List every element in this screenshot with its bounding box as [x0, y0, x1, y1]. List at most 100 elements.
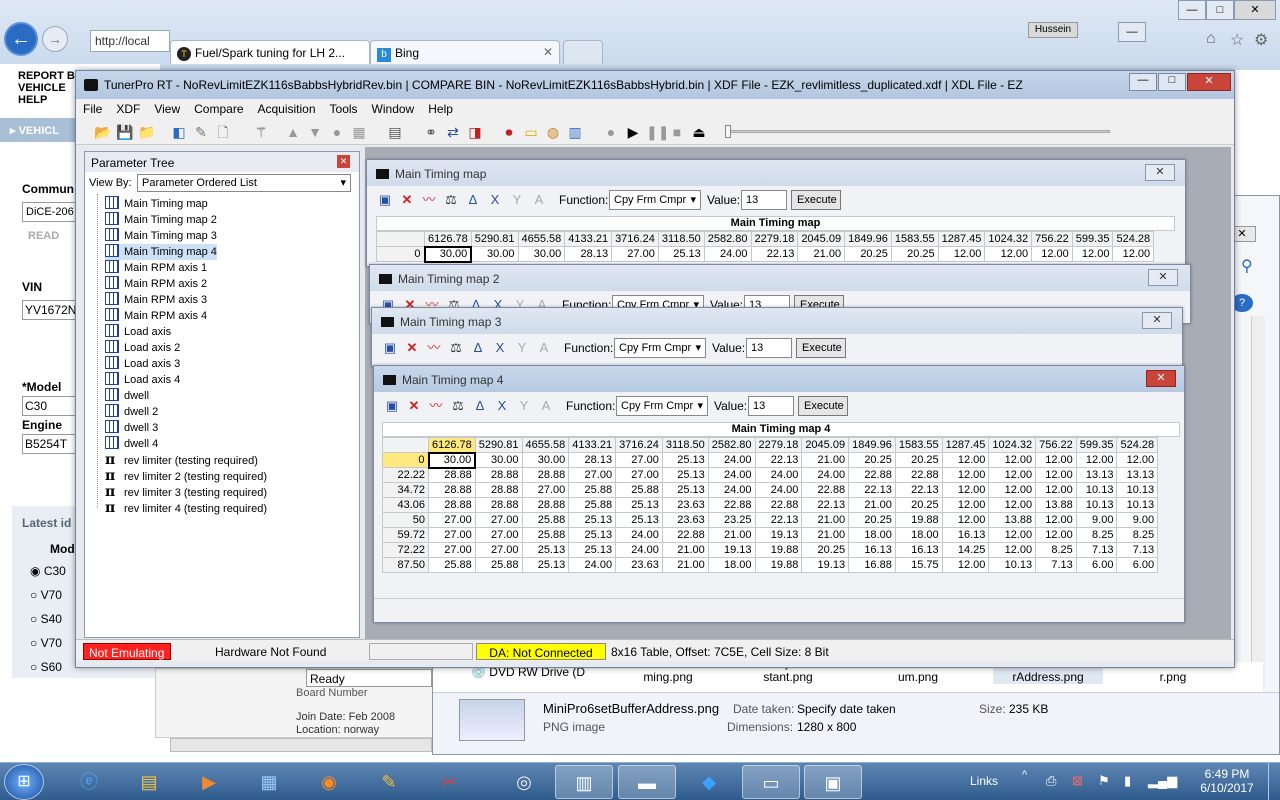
table-cell[interactable]: 16.13: [894, 542, 943, 558]
table-cell[interactable]: 19.13: [754, 527, 803, 543]
table-cell[interactable]: 12.00: [941, 557, 990, 573]
table-cell[interactable]: 25.13: [521, 557, 570, 573]
table-window-main-timing-map-3[interactable]: Main Timing map 3 ✕ ▣ ✕ 〰 ⚖ Δ X Y A Func…: [371, 307, 1183, 367]
table-cell[interactable]: 12.00: [1035, 452, 1077, 468]
table-cell[interactable]: 22.13: [750, 246, 799, 262]
tree-item[interactable]: Main RPM axis 4: [105, 308, 207, 324]
maximize-icon[interactable]: □: [1158, 73, 1186, 91]
table-cell[interactable]: 21.00: [797, 246, 846, 262]
table-cell[interactable]: 21.00: [801, 512, 850, 528]
search-icon[interactable]: ⚲: [1241, 256, 1263, 278]
table-cell[interactable]: 9.00: [1075, 512, 1118, 528]
open-compare-icon[interactable]: 📁: [138, 123, 156, 141]
pause-icon[interactable]: ❚❚: [646, 123, 669, 141]
table-cell[interactable]: 12.00: [1075, 452, 1118, 468]
table-cell[interactable]: 12.00: [1112, 246, 1155, 262]
x-axis-icon[interactable]: X: [494, 398, 510, 414]
tunerpro-taskbar-icon[interactable]: ▬: [618, 765, 676, 799]
table-cell[interactable]: 12.00: [1071, 246, 1114, 262]
execute-button[interactable]: Execute: [798, 396, 848, 416]
save-icon[interactable]: ▣: [384, 398, 400, 414]
table-cell[interactable]: 24.00: [754, 467, 803, 483]
table-cell[interactable]: 30.00: [423, 245, 473, 263]
table-cell[interactable]: 13.13: [1075, 467, 1118, 483]
table-cell[interactable]: 30.00: [521, 452, 570, 468]
model-radio-3[interactable]: ○ V70: [30, 636, 62, 650]
tree-item[interactable]: π rev limiter (testing required): [105, 452, 258, 468]
table-cell[interactable]: 25.88: [615, 482, 663, 498]
value-input[interactable]: 13: [748, 396, 794, 416]
table-cell[interactable]: 28.88: [474, 497, 523, 513]
close-icon[interactable]: ✕: [1187, 73, 1231, 91]
read-link[interactable]: READ: [28, 230, 59, 242]
clock[interactable]: 6:49 PM 6/10/2017: [1196, 767, 1258, 795]
table-cell[interactable]: 20.25: [894, 452, 943, 468]
table-cell[interactable]: 10.13: [988, 557, 1037, 573]
y-axis-icon[interactable]: Y: [516, 398, 532, 414]
table-cell[interactable]: 28.88: [474, 467, 523, 483]
chip-icon[interactable]: ▤: [386, 123, 404, 141]
table-cell[interactable]: 22.88: [661, 527, 709, 543]
table-cell[interactable]: 20.25: [848, 452, 896, 468]
bar-chart-icon[interactable]: ▥: [566, 123, 584, 141]
address-bar[interactable]: http://local: [90, 30, 170, 52]
tree-item[interactable]: π rev limiter 3 (testing required): [105, 484, 267, 500]
table-cell[interactable]: 12.00: [937, 246, 986, 262]
table-cell[interactable]: 25.88: [568, 497, 617, 513]
table-cell[interactable]: 27.00: [474, 527, 523, 543]
table-cell[interactable]: 30.00: [517, 246, 566, 262]
arrow-down-icon[interactable]: ▼: [306, 123, 324, 141]
network-error-icon[interactable]: ⊠: [1072, 773, 1083, 789]
vin-field[interactable]: YV1672N: [22, 300, 82, 320]
table-cell[interactable]: 25.13: [615, 497, 663, 513]
table-cell[interactable]: 25.13: [568, 512, 617, 528]
tree-item[interactable]: Main RPM axis 3: [105, 292, 207, 308]
function-select[interactable]: Cpy Frm Cmpr: [609, 190, 701, 210]
firefox-icon[interactable]: ◉: [300, 765, 358, 799]
table-cell[interactable]: 13.88: [988, 512, 1037, 528]
table-cell[interactable]: 22.88: [894, 467, 943, 483]
start-button[interactable]: ⊞: [4, 764, 44, 800]
revert-icon[interactable]: ✕: [406, 398, 422, 414]
menu-report[interactable]: REPORT B: [18, 70, 75, 82]
table-cell[interactable]: 25.88: [568, 482, 617, 498]
favorites-icon[interactable]: ☆: [1230, 30, 1244, 50]
view-by-select[interactable]: Parameter Ordered List ▾: [137, 174, 351, 192]
table-cell[interactable]: 16.88: [848, 557, 896, 573]
table-cell[interactable]: 10.13: [1075, 482, 1118, 498]
table-cell[interactable]: 25.13: [568, 527, 617, 543]
table-cell[interactable]: 21.00: [848, 497, 896, 513]
table-cell[interactable]: 21.00: [661, 542, 709, 558]
home-icon[interactable]: ⌂: [1206, 30, 1216, 48]
table-cell[interactable]: 21.00: [661, 557, 709, 573]
network-icon[interactable]: ▦: [240, 765, 298, 799]
table-cell[interactable]: 23.63: [615, 557, 663, 573]
menu-help[interactable]: Help: [421, 99, 460, 116]
table-cell[interactable]: 25.13: [521, 542, 570, 558]
tab-fuel-spark[interactable]: T Fuel/Spark tuning for LH 2...: [170, 40, 370, 64]
table-cell[interactable]: 10.13: [1116, 482, 1159, 498]
graph-icon[interactable]: 〰: [426, 340, 442, 356]
table-cell[interactable]: 27.00: [428, 542, 476, 558]
menu-compare[interactable]: Compare: [187, 99, 250, 116]
table-cell[interactable]: 22.13: [894, 482, 943, 498]
stop-circle-icon[interactable]: ●: [602, 123, 620, 141]
execute-button[interactable]: Execute: [796, 338, 846, 358]
table-cell[interactable]: 28.88: [521, 497, 570, 513]
table-cell[interactable]: 25.88: [521, 527, 570, 543]
table-cell[interactable]: 23.63: [661, 497, 709, 513]
eject-icon[interactable]: ⏏: [690, 123, 708, 141]
table-cell[interactable]: 27.00: [615, 467, 663, 483]
table-cell[interactable]: 23.63: [661, 512, 709, 528]
table-cell[interactable]: 16.13: [941, 527, 990, 543]
save-icon[interactable]: ▣: [377, 192, 393, 208]
revert-icon[interactable]: ✕: [404, 340, 420, 356]
table-cell[interactable]: 28.88: [428, 467, 476, 483]
table-cell[interactable]: 9.00: [1116, 512, 1159, 528]
graph-icon[interactable]: 〰: [428, 398, 444, 414]
table-cell[interactable]: 10.13: [1075, 497, 1118, 513]
table-cell[interactable]: 22.88: [707, 497, 756, 513]
table-cell[interactable]: 25.13: [568, 542, 617, 558]
date-taken-value[interactable]: Specify date taken: [797, 702, 896, 716]
table-cell[interactable]: 21.00: [801, 527, 850, 543]
